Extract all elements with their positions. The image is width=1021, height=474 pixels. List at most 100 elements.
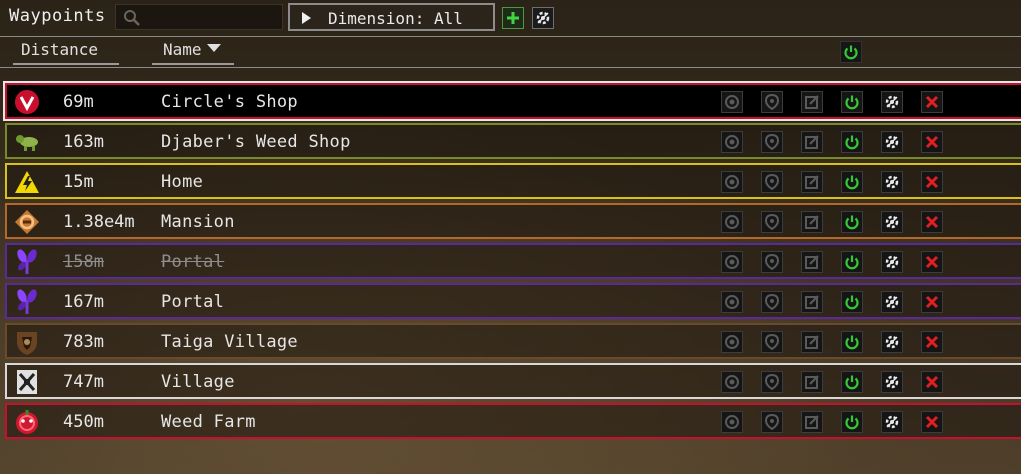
toggle-enabled-button[interactable] (841, 331, 863, 353)
options-button[interactable] (881, 91, 903, 113)
waypoint-row[interactable]: 163m Djaber's Weed Shop (5, 123, 1021, 159)
purple-flower-icon (17, 249, 37, 274)
teleport-button[interactable] (721, 91, 743, 113)
delete-button[interactable] (921, 251, 943, 273)
waypoint-pin-icon (764, 333, 780, 351)
waypoint-row[interactable]: 1.38e4m Mansion (5, 203, 1021, 239)
edit-button[interactable] (801, 331, 823, 353)
view-button[interactable] (761, 91, 783, 113)
options-icon (885, 335, 899, 349)
delete-icon (925, 255, 939, 269)
delete-icon (925, 95, 939, 109)
column-header-name[interactable]: Name (152, 40, 234, 65)
edit-button[interactable] (801, 371, 823, 393)
delete-button[interactable] (921, 371, 943, 393)
search-box[interactable] (115, 4, 283, 30)
edit-button[interactable] (801, 291, 823, 313)
delete-button[interactable] (921, 331, 943, 353)
toggle-all-button[interactable] (840, 41, 862, 63)
teleport-button[interactable] (721, 371, 743, 393)
delete-button[interactable] (921, 411, 943, 433)
divider (0, 36, 1021, 37)
toggle-enabled-button[interactable] (841, 371, 863, 393)
waypoint-row[interactable]: 158m Portal (5, 243, 1021, 279)
toggle-enabled-button[interactable] (841, 251, 863, 273)
waypoint-row[interactable]: 167m Portal (5, 283, 1021, 319)
options-button[interactable] (881, 251, 903, 273)
options-button[interactable] (881, 171, 903, 193)
view-button[interactable] (761, 211, 783, 233)
toggle-enabled-button[interactable] (841, 171, 863, 193)
teleport-icon (725, 375, 739, 389)
waypoint-name: Mansion (161, 212, 235, 232)
edit-button[interactable] (801, 211, 823, 233)
add-waypoint-button[interactable] (502, 7, 524, 29)
waypoint-row[interactable]: 15m Home (5, 163, 1021, 199)
waypoint-name: Portal (161, 252, 225, 272)
teleport-button[interactable] (721, 251, 743, 273)
teleport-button[interactable] (721, 411, 743, 433)
toggle-enabled-button[interactable] (841, 291, 863, 313)
view-button[interactable] (761, 171, 783, 193)
edit-button[interactable] (801, 251, 823, 273)
edit-button[interactable] (801, 131, 823, 153)
waypoint-distance: 783m (63, 332, 104, 352)
teleport-button[interactable] (721, 131, 743, 153)
expand-arrow-icon (302, 12, 311, 24)
column-underline (152, 63, 234, 65)
view-button[interactable] (761, 131, 783, 153)
waypoint-name: Taiga Village (161, 332, 298, 352)
edit-icon (805, 135, 819, 149)
view-button[interactable] (761, 371, 783, 393)
waypoint-row[interactable]: 450m Weed Farm (5, 403, 1021, 439)
options-button[interactable] (881, 291, 903, 313)
teleport-button[interactable] (721, 331, 743, 353)
toggle-enabled-button[interactable] (841, 91, 863, 113)
sort-desc-icon (206, 44, 221, 52)
orange-emblem-icon (15, 210, 39, 234)
edit-button[interactable] (801, 171, 823, 193)
view-button[interactable] (761, 411, 783, 433)
view-button[interactable] (761, 291, 783, 313)
search-input[interactable] (146, 7, 280, 29)
delete-icon (925, 175, 939, 189)
options-button[interactable] (881, 371, 903, 393)
delete-button[interactable] (921, 91, 943, 113)
waypoint-row[interactable]: 783m Taiga Village (5, 323, 1021, 359)
view-button[interactable] (761, 251, 783, 273)
toggle-enabled-button[interactable] (841, 211, 863, 233)
toggle-power-icon (845, 95, 859, 110)
edit-button[interactable] (801, 91, 823, 113)
delete-button[interactable] (921, 211, 943, 233)
edit-icon (805, 95, 819, 109)
teleport-button[interactable] (721, 291, 743, 313)
toggle-enabled-button[interactable] (841, 411, 863, 433)
teleport-icon (725, 335, 739, 349)
settings-button[interactable] (532, 7, 554, 29)
delete-button[interactable] (921, 131, 943, 153)
teleport-button[interactable] (721, 171, 743, 193)
column-header-distance[interactable]: Distance (13, 40, 119, 65)
dimension-filter-button[interactable]: Dimension: All (288, 3, 495, 31)
edit-button[interactable] (801, 411, 823, 433)
column-underline (13, 63, 119, 65)
page-title: Waypoints (9, 6, 106, 26)
waypoint-row[interactable]: 747m Village (5, 363, 1021, 399)
options-button[interactable] (881, 411, 903, 433)
options-icon (885, 375, 899, 389)
delete-icon (925, 375, 939, 389)
options-icon (885, 215, 899, 229)
toggle-enabled-button[interactable] (841, 131, 863, 153)
toggle-power-icon (845, 335, 859, 350)
waypoint-pin-icon (764, 93, 780, 111)
delete-button[interactable] (921, 291, 943, 313)
view-button[interactable] (761, 331, 783, 353)
options-button[interactable] (881, 131, 903, 153)
options-button[interactable] (881, 211, 903, 233)
teleport-button[interactable] (721, 211, 743, 233)
teleport-icon (725, 95, 739, 109)
options-button[interactable] (881, 331, 903, 353)
waypoint-row[interactable]: 69m Circle's Shop (5, 83, 1021, 119)
delete-button[interactable] (921, 171, 943, 193)
teleport-icon (725, 215, 739, 229)
